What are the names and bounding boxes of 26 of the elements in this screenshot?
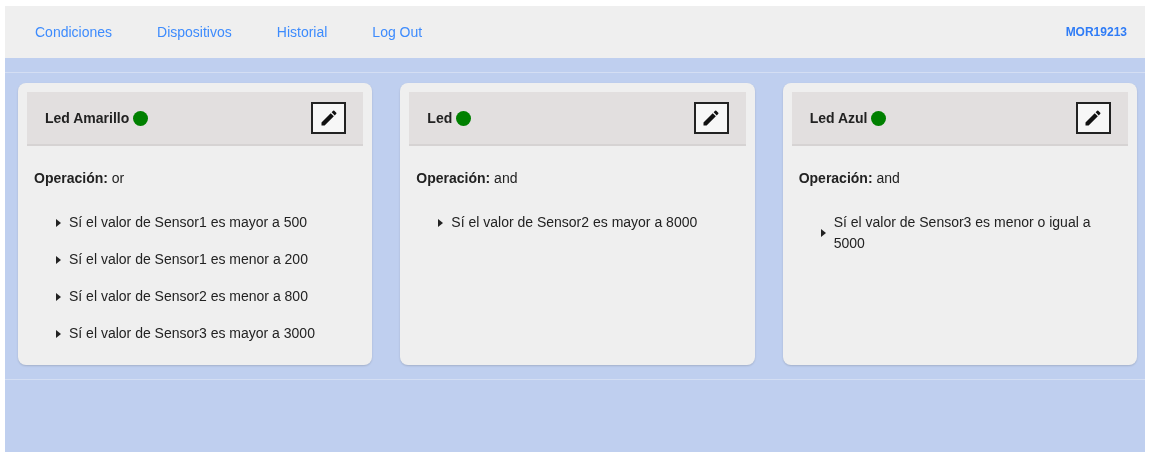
operation-text: Operación: or [34, 170, 126, 186]
caret-icon [56, 218, 61, 227]
operation-text: Operación: and [416, 170, 519, 186]
condition-text: Sí el valor de Sensor2 es mayor a 8000 [451, 213, 698, 232]
condition-text: Sí el valor de Sensor1 es menor a 200 [69, 250, 308, 269]
caret-icon [56, 292, 61, 301]
caret-icon [438, 218, 444, 227]
edit-button[interactable] [311, 102, 347, 134]
operation-text: Operación: and [798, 170, 901, 186]
nav-link[interactable]: Historial [276, 24, 328, 40]
card-title: Led Azul [809, 110, 868, 126]
nav-link[interactable]: Condiciones [35, 24, 113, 40]
edit-button[interactable] [693, 102, 729, 134]
condition-text: Sí el valor de Sensor1 es mayor a 500 [69, 213, 308, 232]
condition-text: Sí el valor de Sensor2 es menor a 800 [69, 287, 308, 306]
condition-text: Sí el valor de Sensor3 es mayor a 3000 [69, 324, 315, 343]
card-title: Led [427, 110, 453, 126]
caret-icon [56, 255, 61, 264]
caret-icon [56, 329, 61, 338]
nav-link[interactable]: Dispositivos [157, 24, 232, 40]
condition-text: Sí el valor de Sensor3 es menor o igual a 5000 [833, 213, 1092, 253]
card-title: Led Amarillo [45, 110, 130, 126]
nav-link[interactable]: Log Out [372, 24, 423, 40]
edit-button[interactable] [1076, 102, 1111, 134]
username: MOR19213 [1065, 25, 1127, 39]
caret-icon [820, 229, 826, 237]
